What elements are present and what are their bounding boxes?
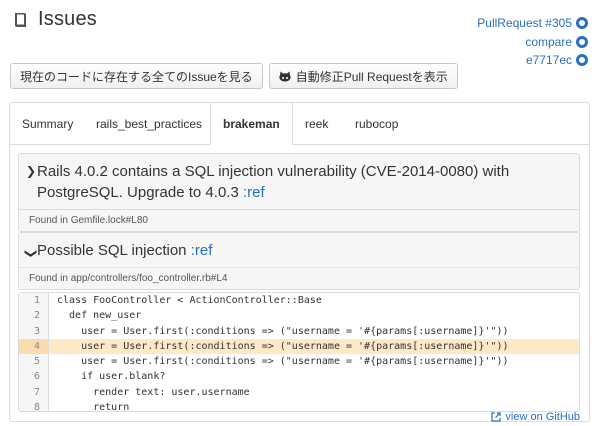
- pull-request-link[interactable]: PullRequest #305: [477, 14, 588, 33]
- tool-tabs: Summary rails_best_practices brakeman re…: [10, 103, 589, 145]
- page-header: Issues: [12, 8, 97, 31]
- line-number: 5: [19, 354, 49, 370]
- code-line: 1 class FooController < ActionController:…: [19, 293, 579, 309]
- line-number: 8: [19, 400, 49, 411]
- action-buttons: 現在のコードに存在する全てのIssueを見る 自動修正Pull Requestを…: [10, 63, 464, 89]
- issue-header[interactable]: ❯ Possible SQL injection :ref: [19, 233, 579, 267]
- tab-rails-best-practices[interactable]: rails_best_practices: [96, 117, 202, 131]
- tab-rubocop[interactable]: rubocop: [355, 117, 398, 131]
- tab-summary[interactable]: Summary: [22, 117, 73, 131]
- line-number: 2: [19, 308, 49, 324]
- all-issues-button[interactable]: 現在のコードに存在する全てのIssueを見る: [10, 63, 263, 89]
- all-issues-button-label: 現在のコードに存在する全てのIssueを見る: [20, 69, 253, 84]
- issue-location: Found in app/controllers/foo_controller.…: [19, 267, 579, 289]
- octocat-icon: [279, 71, 291, 81]
- line-number: 4: [19, 338, 49, 355]
- view-on-github-link[interactable]: view on GitHub: [491, 411, 580, 423]
- code-line-highlighted: 4 user = User.first(:conditions => ("use…: [19, 338, 579, 355]
- code-line: 6 if user.blank?: [19, 369, 579, 385]
- issue-header[interactable]: ❯ Rails 4.0.2 contains a SQL injection v…: [19, 154, 579, 210]
- code-text: user = User.first(:conditions => ("usern…: [57, 325, 509, 337]
- line-number: 3: [19, 323, 49, 339]
- github-icon: [576, 17, 588, 30]
- issue-ref-link[interactable]: :ref: [243, 184, 265, 201]
- book-icon: [15, 12, 26, 27]
- code-text: class FooController < ActionController::…: [57, 295, 322, 306]
- issue-item: ❯ Possible SQL injection :ref Found in a…: [18, 232, 580, 290]
- auto-fix-pr-button-label: 自動修正Pull Requestを表示: [295, 69, 448, 84]
- code-snippet: 1 class FooController < ActionController:…: [18, 292, 580, 412]
- view-on-github-label[interactable]: view on GitHub: [505, 411, 580, 423]
- issue-item: ❯ Rails 4.0.2 contains a SQL injection v…: [18, 153, 580, 232]
- tab-reek[interactable]: reek: [305, 117, 328, 131]
- external-link-icon: [491, 412, 502, 422]
- compare-link[interactable]: compare: [477, 33, 588, 52]
- line-number: 7: [19, 384, 49, 401]
- commit-link[interactable]: e7717ec: [477, 51, 588, 70]
- code-text: user = User.first(:conditions => ("usern…: [57, 356, 509, 368]
- chevron-down-icon[interactable]: ❯: [21, 248, 42, 258]
- tab-brakeman[interactable]: brakeman: [210, 103, 293, 145]
- commit-label[interactable]: e7717ec: [526, 51, 572, 70]
- issues-panel: Summary rails_best_practices brakeman re…: [9, 102, 590, 422]
- issue-location: Found in Gemfile.lock#L80: [19, 210, 579, 231]
- page-title: Issues: [38, 8, 98, 30]
- chevron-right-icon[interactable]: ❯: [26, 161, 36, 182]
- code-text: return: [57, 402, 130, 412]
- code-line: 5 user = User.first(:conditions => ("use…: [19, 354, 579, 370]
- issue-title: Rails 4.0.2 contains a SQL injection vul…: [37, 163, 510, 201]
- github-icon: [576, 54, 588, 67]
- github-icon: [576, 35, 588, 48]
- code-line: 2 def new_user: [19, 308, 579, 324]
- code-text: render text: user.username: [57, 386, 250, 398]
- code-text: user = User.first(:conditions => ("usern…: [57, 340, 509, 352]
- line-number: 1: [19, 293, 49, 309]
- compare-label[interactable]: compare: [525, 33, 572, 52]
- issue-ref-link[interactable]: :ref: [191, 242, 213, 259]
- code-line: 7 render text: user.username: [19, 384, 579, 401]
- code-text: if user.blank?: [57, 371, 166, 383]
- issue-title: Possible SQL injection: [37, 242, 187, 259]
- line-number: 6: [19, 369, 49, 385]
- pull-request-label[interactable]: PullRequest #305: [477, 14, 572, 33]
- auto-fix-pr-button[interactable]: 自動修正Pull Requestを表示: [268, 63, 458, 89]
- related-links: PullRequest #305 compare e7717ec: [477, 14, 588, 70]
- code-line: 3 user = User.first(:conditions => ("use…: [19, 323, 579, 339]
- code-text: def new_user: [57, 310, 142, 322]
